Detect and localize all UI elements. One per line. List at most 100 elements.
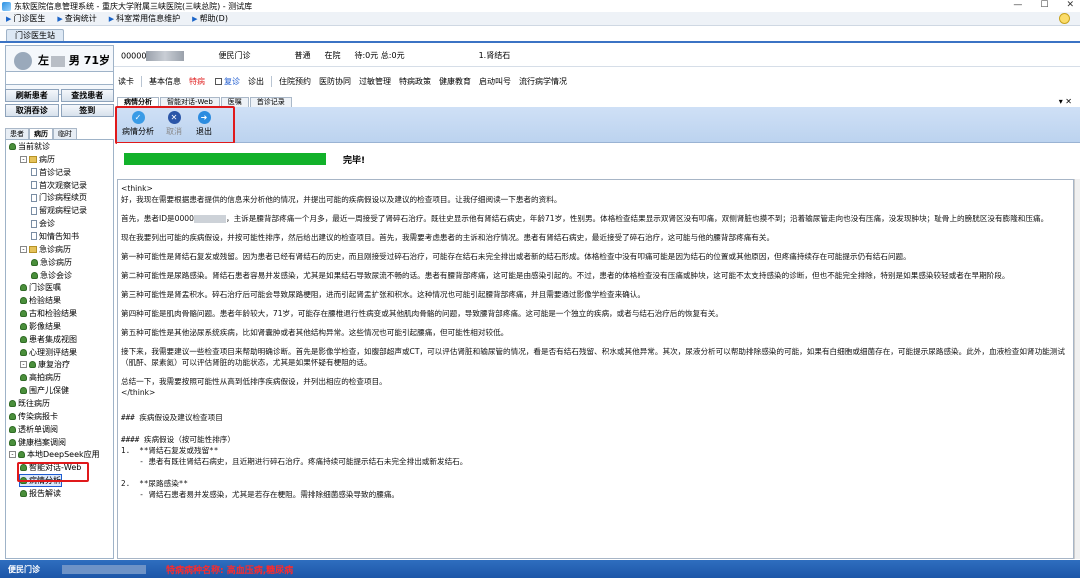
menu-item-dept[interactable]: ▶ 科室常用信息维护 xyxy=(103,13,186,24)
toolbar-item[interactable]: 启动叫号 xyxy=(475,76,515,87)
menu-item-help[interactable]: ▶ 帮助(D) xyxy=(186,13,234,24)
tree-item-label: 围产儿保健 xyxy=(29,386,69,396)
tree-item[interactable]: 传染病报卡 xyxy=(9,411,58,422)
tree-item-label: 高拍病历 xyxy=(29,373,61,383)
toolbar-item[interactable]: 健康教育 xyxy=(435,76,475,87)
basic-info-button[interactable]: 基本信息 xyxy=(145,76,185,87)
lock-icon[interactable] xyxy=(1059,13,1070,24)
toolbar-item[interactable]: 住院预约 xyxy=(275,76,315,87)
record-tree: 当前就诊 - 病历 首诊记录 首次观察记录 门诊病程续页 留观病程记录 会诊 知情告知书 - 急诊病… xyxy=(5,139,114,559)
close-icon[interactable]: ✕ xyxy=(1066,0,1074,10)
toolbar-item[interactable]: 诊出 xyxy=(244,76,268,87)
collapse-icon[interactable]: - xyxy=(20,361,27,369)
tree-item[interactable]: 门诊医嘱 xyxy=(20,282,61,293)
tree-item[interactable]: 古和检验结果 xyxy=(20,308,77,319)
maximize-icon[interactable]: ☐ xyxy=(1040,0,1048,10)
tree-item-label: 急诊病历 xyxy=(40,257,72,267)
tree-item[interactable]: 影像结果 xyxy=(20,321,61,332)
collapse-icon[interactable]: - xyxy=(20,245,27,253)
progress-bar xyxy=(124,153,326,165)
analysis-output[interactable]: <think> 好，我现在需要根据患者提供的信息来分析他的情况，并提出可能的疾病… xyxy=(117,179,1074,559)
person-icon xyxy=(20,284,27,292)
tree-item[interactable]: 既往病历 xyxy=(9,398,50,409)
tree-item[interactable]: 高拍病历 xyxy=(20,372,61,383)
analysis-toolbar: ✓ 病情分析 ✕ 取消 ➜ 退出 xyxy=(117,107,1080,143)
status-bar: 便民门诊 特病病种名称: 高血压病,糖尿病 xyxy=(0,560,1080,578)
patient-search-input[interactable] xyxy=(5,71,114,85)
tree-item-label: 当前就诊 xyxy=(18,142,50,151)
pane-close-icon[interactable]: ✕ xyxy=(1065,97,1072,106)
avatar xyxy=(14,52,32,70)
tree-item-label: 透析单调阅 xyxy=(18,424,58,434)
tree-item[interactable]: - 急诊病历 xyxy=(20,244,71,255)
progress-label: 完毕! xyxy=(343,156,366,166)
tree-item[interactable]: 健康档案调阅 xyxy=(9,437,66,448)
tree-item[interactable]: - 康复治疗 xyxy=(20,359,70,370)
tree-item[interactable]: 知情告知书 xyxy=(31,231,79,242)
person-icon xyxy=(20,348,27,356)
tree-item[interactable]: 留观病程记录 xyxy=(31,205,87,216)
folder-icon xyxy=(29,245,37,253)
person-icon xyxy=(29,361,36,369)
tree-item-label: 急诊病历 xyxy=(39,244,71,254)
patient-info-bar: 00000 便民门诊 普通 在院 待:0元 总:0元 1.肾结石 xyxy=(114,45,1080,67)
folder-icon xyxy=(29,155,37,163)
person-icon xyxy=(31,258,38,266)
tree-item-label: 病历 xyxy=(39,154,55,164)
cancel-visit-button[interactable]: 取消吞诊 xyxy=(5,104,59,117)
special-disease-button[interactable]: 特病 xyxy=(185,76,209,87)
menu-arrow-icon: ▶ xyxy=(6,14,12,23)
tree-item-label: 患者集成视图 xyxy=(29,334,77,344)
collapse-icon[interactable]: - xyxy=(9,451,16,459)
left-tabs: 患者 病历 临时 xyxy=(5,128,114,139)
document-icon xyxy=(31,168,37,177)
read-card-button[interactable]: 读卡 xyxy=(114,76,138,87)
tree-item-label: 健康档案调阅 xyxy=(18,437,66,447)
tree-item[interactable]: - 本地DeepSeek应用 xyxy=(9,449,100,460)
menu-bar: ▶ 门诊医生 ▶ 查询统计 ▶ 科室常用信息维护 ▶ 帮助(D) xyxy=(0,12,1080,26)
tree-item[interactable]: 首诊记录 xyxy=(31,167,71,178)
tree-item[interactable]: 门诊病程续页 xyxy=(31,192,87,203)
clinic-type: 便民门诊 xyxy=(218,51,251,60)
toolbar-item[interactable]: 特病政策 xyxy=(395,76,435,87)
tree-item-label: 心理测评结果 xyxy=(29,347,77,357)
menu-item-doctor[interactable]: ▶ 门诊医生 xyxy=(0,13,51,24)
tab-temporary[interactable]: 临时 xyxy=(53,128,77,139)
tab-records[interactable]: 病历 xyxy=(29,128,53,139)
refresh-patient-button[interactable]: 刷新患者 xyxy=(5,89,59,102)
tree-item[interactable]: 急诊会诊 xyxy=(31,270,72,281)
status-clinic: 便民门诊 xyxy=(8,564,40,574)
document-icon xyxy=(31,181,37,190)
highlight-box xyxy=(115,106,235,144)
vertical-scrollbar[interactable] xyxy=(1074,179,1080,559)
tab-first-record[interactable]: 首诊记录 xyxy=(249,97,292,107)
minimize-icon[interactable]: — xyxy=(1013,0,1022,10)
tree-item[interactable]: 检验结果 xyxy=(20,295,61,306)
workspace-tab[interactable]: 门诊医生站 xyxy=(6,29,64,41)
redacted-block xyxy=(51,55,65,67)
tree-item[interactable]: 透析单调阅 xyxy=(9,424,58,435)
recheck-checkbox[interactable]: 复诊 xyxy=(209,76,244,87)
tab-patients[interactable]: 患者 xyxy=(5,128,29,139)
toolbar-item[interactable]: 医防协同 xyxy=(315,76,355,87)
toolbar-item[interactable]: 流行病学情况 xyxy=(515,76,571,87)
find-patient-button[interactable]: 查找患者 xyxy=(60,89,114,102)
tree-item[interactable]: 围产儿保健 xyxy=(20,385,69,396)
collapse-icon[interactable]: - xyxy=(20,155,27,163)
tree-item[interactable]: 急诊病历 xyxy=(31,257,72,268)
toolbar-item[interactable]: 过敏管理 xyxy=(355,76,395,87)
tree-item[interactable]: 当前就诊 xyxy=(9,141,50,152)
menu-item-stats[interactable]: ▶ 查询统计 xyxy=(51,13,102,24)
pin-icon[interactable]: ▾ xyxy=(1059,97,1063,106)
tree-item[interactable]: 会诊 xyxy=(31,218,55,229)
tree-item-label: 门诊病程续页 xyxy=(39,193,87,203)
patient-action-buttons: 刷新患者 查找患者 取消吞诊 签到 xyxy=(5,89,114,117)
tree-item[interactable]: 心理测评结果 xyxy=(20,347,77,358)
tree-item[interactable]: 首次观察记录 xyxy=(31,180,87,191)
person-icon xyxy=(20,489,27,497)
tree-item[interactable]: - 病历 xyxy=(20,154,55,165)
balance-info: 待:0元 总:0元 xyxy=(354,51,405,60)
tree-item[interactable]: 报告解读 xyxy=(20,488,61,499)
tree-item[interactable]: 患者集成视图 xyxy=(20,334,77,345)
check-in-button[interactable]: 签到 xyxy=(60,104,114,117)
